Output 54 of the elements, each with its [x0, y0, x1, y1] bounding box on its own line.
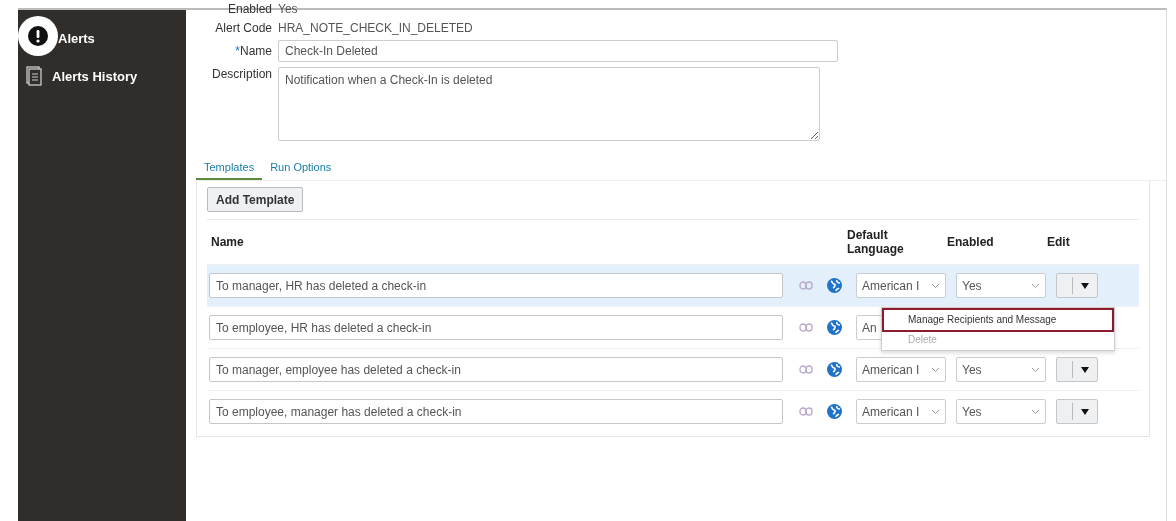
caret-icon	[1081, 282, 1089, 289]
column-header: Edit	[1047, 235, 1071, 249]
column-header: Name	[210, 235, 245, 249]
document-icon	[26, 66, 42, 86]
link-icon	[799, 323, 813, 332]
link-icon	[799, 407, 813, 416]
language-select[interactable]: American I	[856, 273, 946, 298]
column-header: Default Language	[847, 228, 905, 256]
caret-icon	[1081, 366, 1089, 373]
menu-item[interactable]: Manage Recipients and Message	[882, 308, 1114, 332]
tab[interactable]: Run Options	[262, 157, 340, 180]
template-name-field[interactable]: To employee, HR has deleted a check-in	[209, 315, 783, 340]
field-label: Name	[240, 44, 272, 58]
table-row[interactable]: To employee, manager has deleted a check-in American I Yes	[207, 390, 1139, 432]
edit-menu-button[interactable]	[1056, 357, 1098, 382]
alert-icon	[18, 16, 58, 56]
link-icon	[799, 281, 813, 290]
description-field[interactable]: Notification when a Check-In is deleted	[278, 67, 820, 141]
chevron-down-icon	[931, 366, 940, 373]
chevron-down-icon	[1031, 282, 1040, 289]
caret-icon	[1081, 408, 1089, 415]
edit-menu-button[interactable]	[1056, 273, 1098, 298]
language-select[interactable]: American I	[856, 399, 946, 424]
globe-icon[interactable]	[827, 320, 842, 335]
globe-icon[interactable]	[827, 362, 842, 377]
table-row[interactable]: To manager, HR has deleted a check-in American I Yes	[207, 264, 1139, 306]
tab[interactable]: Templates	[196, 157, 263, 180]
language-select[interactable]: American I	[856, 357, 946, 382]
enabled-select[interactable]: Yes	[956, 399, 1046, 424]
add-template-button[interactable]: Add Template	[207, 187, 304, 212]
link-icon	[799, 365, 813, 374]
chevron-down-icon	[1031, 408, 1040, 415]
chevron-down-icon	[1031, 366, 1040, 373]
name-field[interactable]: Check-In Deleted	[278, 40, 838, 62]
field-label: Description	[210, 67, 272, 81]
edit-menu-button[interactable]	[1056, 399, 1098, 424]
field-value: HRA_NOTE_CHECK_IN_DELETED	[278, 21, 473, 35]
required-mark: *	[235, 44, 240, 58]
enabled-select[interactable]: Yes	[956, 357, 1046, 382]
field-label: Alert Code	[214, 21, 272, 35]
enabled-select[interactable]: Yes	[956, 273, 1046, 298]
template-name-field[interactable]: To employee, manager has deleted a check-in	[209, 399, 783, 424]
template-name-field[interactable]: To manager, HR has deleted a check-in	[209, 273, 783, 298]
table-row[interactable]: To manager, employee has deleted a check-in American I Yes	[207, 348, 1139, 390]
field-value: Yes	[278, 2, 298, 16]
sidebar-item[interactable]: Alerts History	[18, 56, 186, 96]
globe-icon[interactable]	[827, 278, 842, 293]
sidebar-item[interactable]: Alerts	[18, 16, 186, 56]
template-name-field[interactable]: To manager, employee has deleted a check-in	[209, 357, 783, 382]
globe-icon[interactable]	[827, 404, 842, 419]
field-label: Enabled	[226, 2, 272, 16]
chevron-down-icon	[931, 408, 940, 415]
chevron-down-icon	[931, 282, 940, 289]
column-header: Enabled	[947, 235, 995, 249]
